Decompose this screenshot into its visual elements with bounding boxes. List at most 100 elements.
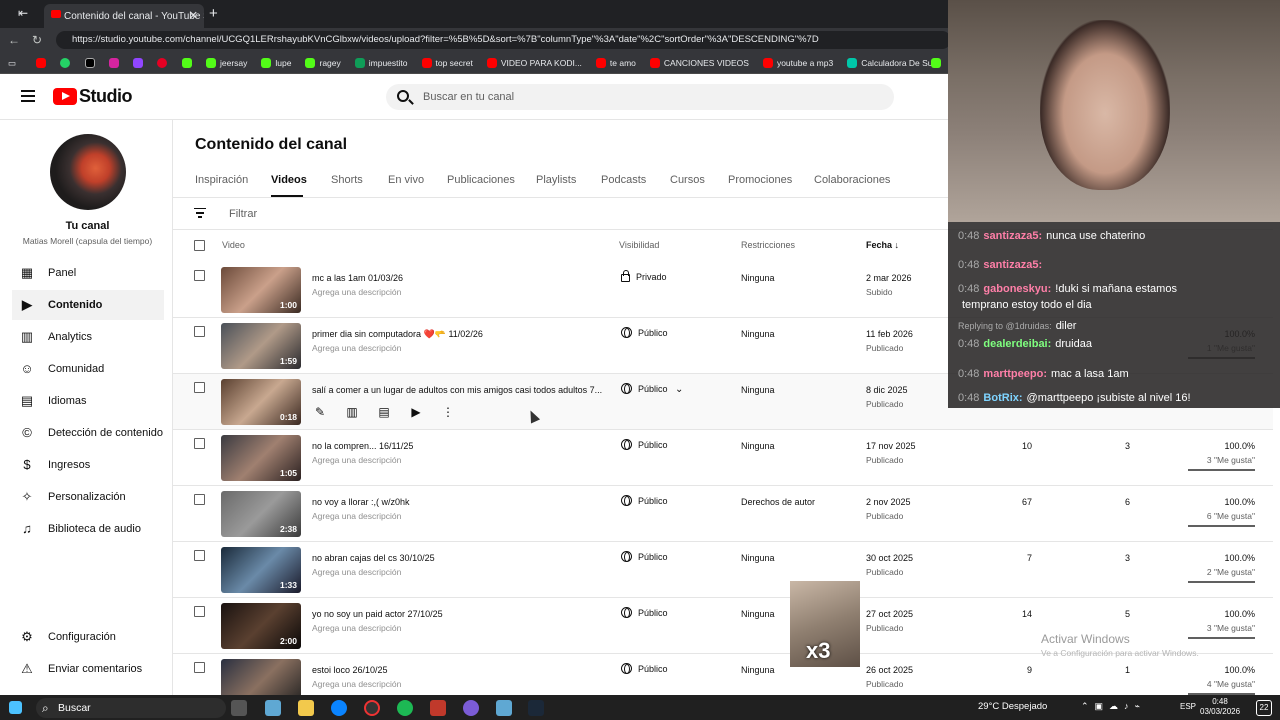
video-title[interactable]: yo no soy un paid actor 27/10/25 [312, 609, 443, 619]
column-visibility[interactable]: Visibilidad [619, 240, 659, 250]
video-description[interactable]: Agrega una descripción [312, 511, 401, 521]
video-title[interactable]: mc a las 1am 01/03/26 [312, 273, 403, 283]
select-all-checkbox[interactable] [194, 240, 205, 251]
twitch-bookmark-icon[interactable] [133, 55, 143, 71]
bookmark-kick[interactable] [182, 55, 192, 71]
app-icon[interactable] [430, 700, 446, 716]
notifications-icon[interactable]: 22 [1256, 700, 1272, 716]
sidebar-item-personalizaci-n[interactable]: ✧ Personalización [12, 482, 164, 512]
bookmark-item[interactable]: Calculadora De Su... [847, 55, 940, 71]
video-title[interactable]: salí a comer a un lugar de adultos con m… [312, 385, 602, 395]
spotify-icon[interactable] [397, 700, 413, 716]
video-thumbnail[interactable]: 1:05 [221, 435, 301, 481]
analytics-icon[interactable]: ▥ [345, 405, 359, 419]
row-checkbox[interactable] [194, 550, 205, 561]
bookmark-icon[interactable]: ▭ [8, 55, 16, 71]
row-checkbox[interactable] [194, 326, 205, 337]
video-title[interactable]: estoi loco 26/10/25 [312, 665, 388, 675]
column-date[interactable]: Fecha ↓ [866, 240, 899, 250]
row-checkbox[interactable] [194, 494, 205, 505]
bookmark-item[interactable]: CANCIONES VIDEOS [649, 55, 749, 71]
edge-icon[interactable] [331, 700, 347, 716]
video-description[interactable]: Agrega una descripción [312, 287, 401, 297]
tab-videos[interactable]: Videos [271, 174, 307, 186]
youtube-logo-icon[interactable] [53, 88, 77, 105]
bookmark-more[interactable] [931, 55, 941, 71]
language-indicator[interactable]: ESP [1180, 702, 1196, 711]
taskbar-clock[interactable]: 0:48 03/03/2026 [1200, 697, 1240, 717]
sidebar-item-gear[interactable]: ⚙ Configuración [12, 622, 164, 652]
url-field[interactable]: https://studio.youtube.com/channel/UCGQ1… [56, 31, 951, 49]
studio-logo[interactable]: Studio [79, 86, 133, 107]
tab-en-vivo[interactable]: En vivo [388, 174, 424, 186]
tab-shorts[interactable]: Shorts [331, 174, 363, 186]
sidebar-item-detecci-n-de-contenido[interactable]: © Detección de contenido [12, 418, 164, 448]
play-on-youtube-icon[interactable]: ▶ [409, 405, 423, 419]
video-description[interactable]: Agrega una descripción [312, 567, 401, 577]
video-thumbnail[interactable]: 1:59 [221, 323, 301, 369]
tab-podcasts[interactable]: Podcasts [601, 174, 646, 186]
visibility-cell[interactable]: Público [621, 663, 668, 674]
sidebar-item-biblioteca-de-audio[interactable]: ♫ Biblioteca de audio [12, 514, 164, 544]
taskbar-search[interactable]: Buscar [36, 698, 226, 718]
sidebar-item-panel[interactable]: ▦ Panel [12, 258, 164, 288]
visibility-cell[interactable]: Público [621, 327, 668, 338]
edit-icon[interactable]: ✎ [313, 405, 327, 419]
video-thumbnail[interactable]: 1:33 [221, 547, 301, 593]
video-description[interactable]: Agrega una descripción [312, 679, 401, 689]
sidebar-item-idiomas[interactable]: ▤ Idiomas [12, 386, 164, 416]
x-bookmark-icon[interactable] [85, 55, 95, 71]
row-checkbox[interactable] [194, 270, 205, 281]
tray-icons[interactable]: ⌃▣☁♪⌁ [1081, 701, 1146, 712]
pinterest-bookmark-icon[interactable] [157, 55, 167, 71]
tab-inspiraci-n[interactable]: Inspiración [195, 174, 248, 186]
tab-playlists[interactable]: Playlists [536, 174, 576, 186]
video-title[interactable]: no abran cajas del cs 30/10/25 [312, 553, 435, 563]
sidebar-item-comunidad[interactable]: ☺ Comunidad [12, 354, 164, 384]
video-thumbnail[interactable]: 2:38 [221, 491, 301, 537]
weather-widget[interactable]: 29°C Despejado [978, 701, 1047, 712]
video-title[interactable]: no voy a llorar :,( w/z0hk [312, 497, 410, 507]
tab-promociones[interactable]: Promociones [728, 174, 792, 186]
row-checkbox[interactable] [194, 606, 205, 617]
visibility-cell[interactable]: Público [621, 551, 668, 562]
video-thumbnail[interactable]: 1:00 [221, 267, 301, 313]
app-icon[interactable] [265, 700, 281, 716]
visibility-cell[interactable]: Público [621, 495, 668, 506]
menu-icon[interactable] [21, 90, 35, 102]
sidebar-item-analytics[interactable]: ▥ Analytics [12, 322, 164, 352]
row-checkbox[interactable] [194, 382, 205, 393]
sidebar-item-contenido[interactable]: ▶ Contenido [12, 290, 164, 320]
row-checkbox[interactable] [194, 438, 205, 449]
visibility-cell[interactable]: Público [621, 383, 668, 394]
options-icon[interactable]: ⋮ [441, 405, 455, 419]
video-thumbnail[interactable]: 2:00 [221, 603, 301, 649]
video-title[interactable]: no la compren... 16/11/25 [312, 441, 413, 451]
video-thumbnail[interactable]: 0:18 [221, 379, 301, 425]
avatar[interactable] [50, 134, 126, 210]
new-tab-icon[interactable]: + [209, 5, 218, 22]
comments-icon[interactable]: ▤ [377, 405, 391, 419]
steam-icon[interactable] [528, 700, 544, 716]
video-description[interactable]: Agrega una descripción [312, 343, 401, 353]
windows-start-icon[interactable] [9, 701, 22, 714]
tab-publicaciones[interactable]: Publicaciones [447, 174, 515, 186]
sidebar-item-feedback[interactable]: ⚠ Enviar comentarios [12, 654, 164, 684]
column-restrictions[interactable]: Restricciones [741, 240, 795, 250]
bookmark-item[interactable]: te amo [595, 55, 636, 71]
back-icon[interactable]: ← [8, 33, 20, 47]
visibility-cell[interactable]: Privado [621, 270, 667, 282]
bookmark-item[interactable]: youtube a mp3 [762, 55, 833, 71]
video-description[interactable]: Agrega una descripción [312, 623, 401, 633]
browser-tab[interactable]: Contenido del canal - YouTube Studio✕ [44, 4, 204, 28]
tab-sidebar-icon[interactable]: ⇤ [18, 6, 28, 20]
reload-icon[interactable]: ↻ [32, 33, 42, 47]
filter-icon[interactable] [194, 208, 206, 218]
file-explorer-icon[interactable] [298, 700, 314, 716]
video-description[interactable]: Agrega una descripción [312, 455, 401, 465]
video-title[interactable]: primer dia sin computadora ❤️🫳 11/02/26 [312, 329, 483, 340]
bookmark-item[interactable]: VIDEO PARA KODI... [486, 55, 582, 71]
visibility-cell[interactable]: Público [621, 439, 668, 450]
whatsapp-bookmark-icon[interactable] [60, 55, 70, 71]
visibility-cell[interactable]: Público [621, 607, 668, 618]
